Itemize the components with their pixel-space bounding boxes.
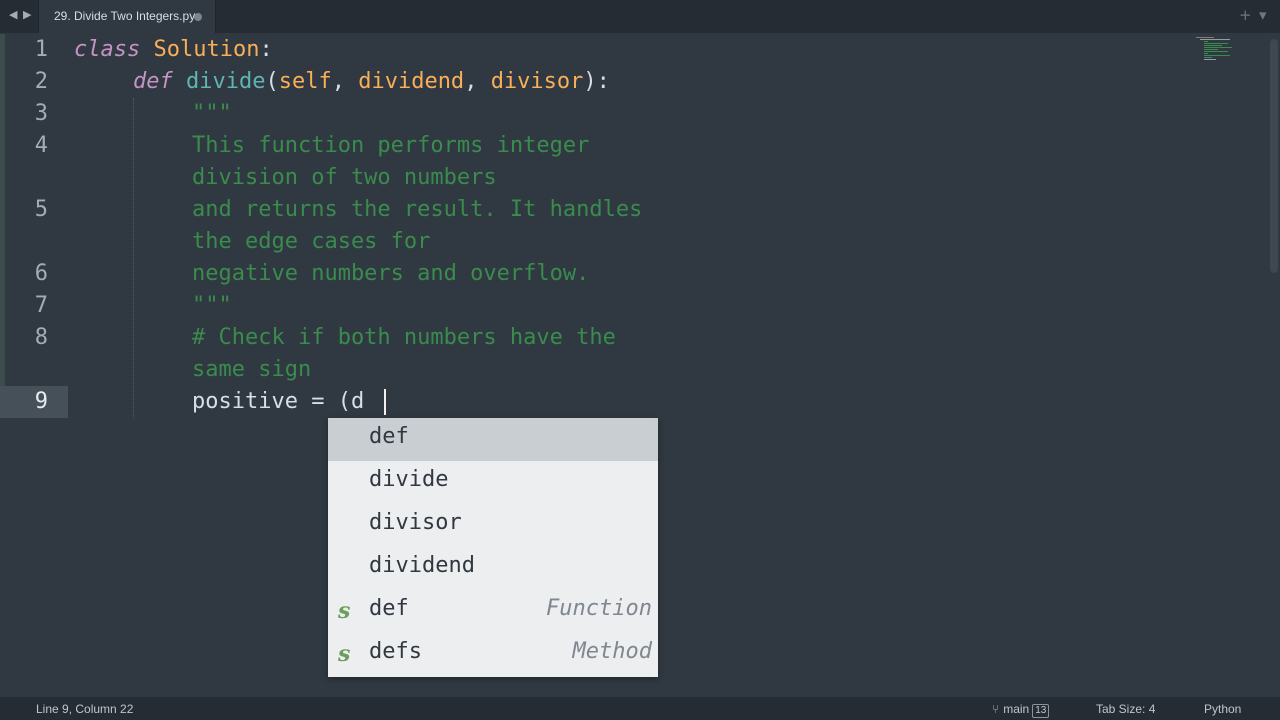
autocomplete-label: divisor: [369, 510, 462, 535]
comment: same sign: [192, 357, 312, 382]
line-number: 7: [34, 293, 48, 318]
autocomplete-item[interactable]: divisor: [328, 504, 658, 547]
snippet-icon: s: [338, 641, 351, 667]
snippet-icon: s: [338, 598, 351, 624]
indent-guide: [133, 98, 134, 418]
cursor-position[interactable]: Line 9, Column 22: [36, 702, 133, 716]
class-name: Solution: [153, 37, 260, 62]
tab-file[interactable]: 29. Divide Two Integers.py: [38, 0, 216, 33]
syntax-selector[interactable]: Python: [1204, 702, 1241, 716]
autocomplete-item[interactable]: s defs Method: [328, 633, 658, 676]
tab-bar: ◀ ▶ 29. Divide Two Integers.py + ▾: [0, 0, 1280, 33]
line-number: 2: [34, 69, 48, 94]
autocomplete-hint: Function: [546, 596, 652, 621]
punctuation: ,: [331, 69, 359, 94]
tab-size[interactable]: Tab Size: 4: [1096, 702, 1155, 716]
punctuation: ,: [464, 69, 491, 94]
tab-title: 29. Divide Two Integers.py: [54, 9, 196, 23]
docstring-quote: """: [192, 293, 232, 318]
docstring-text: This function performs integer: [192, 133, 590, 158]
keyword: def: [133, 69, 173, 94]
code-line-1: class Solution:: [74, 34, 273, 66]
back-icon[interactable]: ◀: [9, 8, 17, 21]
comment: # Check if both numbers have the: [192, 325, 616, 350]
docstring-text: negative numbers and overflow.: [192, 261, 590, 286]
new-tab-icon[interactable]: +: [1239, 7, 1252, 23]
code-line-2: def divide(self, dividend, divisor):: [133, 66, 610, 98]
punctuation: ):: [583, 69, 610, 94]
code-line-9: positive = (d: [192, 386, 364, 418]
operator: =: [297, 389, 338, 414]
autocomplete-label: def: [369, 424, 409, 449]
autocomplete-item[interactable]: def: [328, 418, 658, 461]
param: dividend: [358, 69, 465, 94]
autocomplete-item[interactable]: divide: [328, 461, 658, 504]
punctuation: (: [265, 69, 279, 94]
autocomplete-label: divide: [369, 467, 449, 492]
line-number: 5: [34, 197, 48, 222]
branch-icon: ⑂: [992, 702, 1000, 716]
line-number: 1: [34, 37, 48, 62]
typed-text: (d: [337, 389, 365, 414]
docstring-text: the edge cases for: [192, 229, 431, 254]
autocomplete-label: defs: [369, 639, 422, 664]
keyword: class: [74, 37, 141, 62]
autocomplete-item[interactable]: dividend: [328, 547, 658, 590]
line-number: 4: [34, 133, 48, 158]
line-number: 6: [34, 261, 48, 286]
autocomplete-label: def: [369, 596, 409, 621]
minimap[interactable]: [1196, 37, 1236, 63]
tab-dropdown-icon[interactable]: ▾: [1259, 7, 1267, 23]
docstring-quote: """: [192, 101, 232, 126]
text-cursor: [384, 389, 386, 415]
param: divisor: [490, 69, 584, 94]
function-name: divide: [186, 69, 266, 94]
punctuation: :: [259, 37, 273, 62]
param: self: [278, 69, 332, 94]
docstring-text: division of two numbers: [192, 165, 497, 190]
autocomplete-label: dividend: [369, 553, 475, 578]
vertical-scrollbar[interactable]: [1270, 39, 1278, 273]
variable: positive: [192, 389, 298, 414]
line-number: 3: [34, 101, 48, 126]
line-number-current: 9: [34, 389, 48, 414]
unsaved-dot-icon[interactable]: [194, 13, 202, 21]
git-branch[interactable]: ⑂ main 13: [992, 702, 1050, 718]
branch-name: main: [1003, 702, 1030, 716]
status-bar: Line 9, Column 22 ⑂ main 13 Tab Size: 4 Py…: [0, 697, 1280, 720]
docstring-text: and returns the result. It handles: [192, 197, 643, 222]
forward-icon[interactable]: ▶: [23, 8, 31, 21]
autocomplete-item[interactable]: s def Function: [328, 590, 658, 633]
autocomplete-hint: Method: [572, 639, 652, 664]
line-number: 8: [34, 325, 48, 350]
autocomplete-popup: def divide divisor dividend s def Functi…: [328, 418, 658, 677]
branch-count-badge: 13: [1032, 704, 1050, 718]
